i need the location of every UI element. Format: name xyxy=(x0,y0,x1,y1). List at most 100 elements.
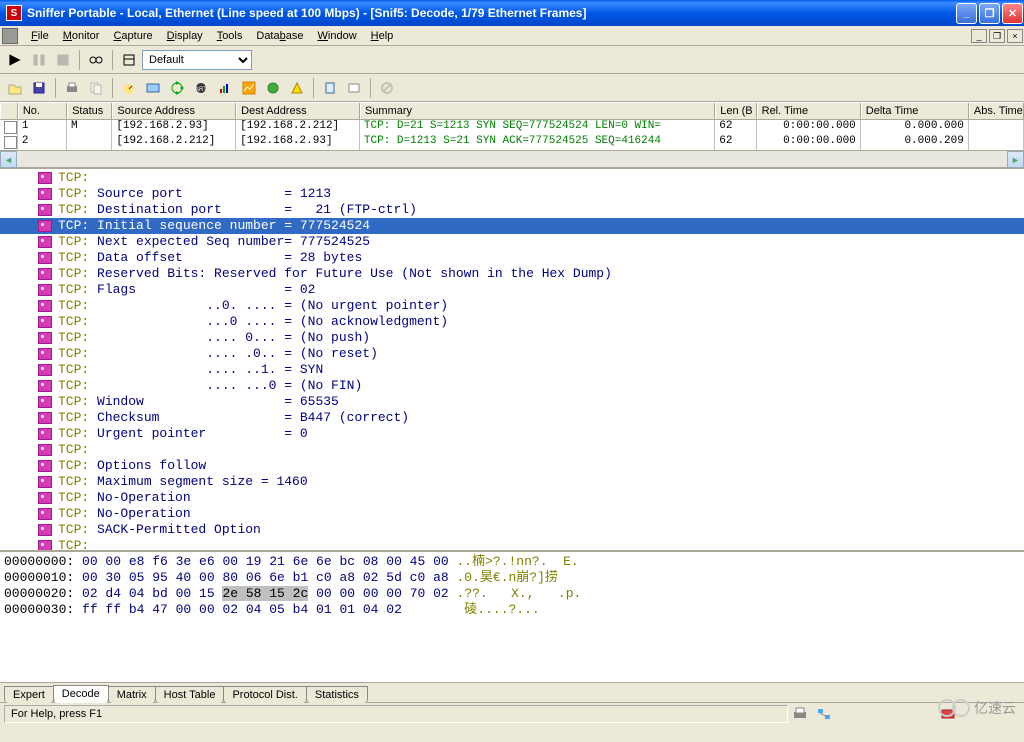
global-stats-icon[interactable] xyxy=(262,77,284,99)
menu-help[interactable]: Help xyxy=(364,28,401,44)
decode-line[interactable]: TCP: Maximum segment size = 1460 xyxy=(0,474,1024,490)
status-printer-icon xyxy=(792,706,808,722)
menu-display[interactable]: Display xyxy=(160,28,210,44)
column-header[interactable]: Source Address xyxy=(112,103,236,119)
decode-line[interactable]: TCP: No-Operation xyxy=(0,506,1024,522)
decode-line[interactable]: TCP: Next expected Seq number= 777524525 xyxy=(0,234,1024,250)
decode-line[interactable]: TCP: Options follow xyxy=(0,458,1024,474)
hex-line[interactable]: 00000010: 00 30 05 95 40 00 80 06 6e b1 … xyxy=(4,570,1020,586)
host-table-icon[interactable] xyxy=(142,77,164,99)
decode-item-icon xyxy=(38,332,52,344)
app-icon: S xyxy=(6,5,22,21)
packet-row[interactable]: 2 [192.168.2.212] [192.168.2.93] TCP: D=… xyxy=(0,135,1024,150)
column-header[interactable]: Status xyxy=(67,103,112,119)
grid-hscroll[interactable]: ◄ ► xyxy=(0,150,1024,167)
open-icon[interactable] xyxy=(4,77,26,99)
decode-item-icon xyxy=(38,364,52,376)
column-header[interactable]: Summary xyxy=(360,103,715,119)
svg-text:ART: ART xyxy=(195,87,207,93)
tab-hosttable[interactable]: Host Table xyxy=(155,686,225,703)
binoculars-icon[interactable] xyxy=(85,49,107,71)
tab-matrix[interactable]: Matrix xyxy=(108,686,156,703)
column-header[interactable]: No. xyxy=(18,103,67,119)
decode-line[interactable]: TCP: Destination port = 21 (FTP-ctrl) xyxy=(0,202,1024,218)
decode-item-icon xyxy=(38,236,52,248)
menu-monitor[interactable]: Monitor xyxy=(56,28,107,44)
tab-decode[interactable]: Decode xyxy=(53,685,109,703)
stop-button[interactable] xyxy=(52,49,74,71)
decode-line[interactable]: TCP: ..0. .... = (No urgent pointer) xyxy=(0,298,1024,314)
print-icon[interactable] xyxy=(61,77,83,99)
close-button[interactable]: ✕ xyxy=(1002,3,1023,24)
decode-line[interactable]: TCP: xyxy=(0,170,1024,186)
decode-item-icon xyxy=(38,316,52,328)
decode-line[interactable]: TCP: Flags = 02 xyxy=(0,282,1024,298)
menu-tools[interactable]: Tools xyxy=(210,28,250,44)
title-bar: S Sniffer Portable - Local, Ethernet (Li… xyxy=(0,0,1024,26)
decode-line[interactable]: TCP: .... ...0 = (No FIN) xyxy=(0,378,1024,394)
window-title: Sniffer Portable - Local, Ethernet (Line… xyxy=(27,6,955,20)
decode-line[interactable]: TCP: Initial sequence number = 777524524 xyxy=(0,218,1024,234)
decode-line[interactable]: TCP: Data offset = 28 bytes xyxy=(0,250,1024,266)
row-checkbox[interactable] xyxy=(4,136,17,149)
hex-line[interactable]: 00000020: 02 d4 04 bd 00 15 2e 58 15 2c … xyxy=(4,586,1020,602)
column-header[interactable]: Rel. Time xyxy=(757,103,861,119)
hex-line[interactable]: 00000000: 00 00 e8 f6 3e e6 00 19 21 6e … xyxy=(4,554,1020,570)
minimize-button[interactable]: _ xyxy=(956,3,977,24)
history-icon[interactable] xyxy=(238,77,260,99)
decode-line[interactable]: TCP: xyxy=(0,442,1024,458)
decode-line[interactable]: TCP: .... .0.. = (No reset) xyxy=(0,346,1024,362)
decode-line[interactable]: TCP: Source port = 1213 xyxy=(0,186,1024,202)
menu-window[interactable]: Window xyxy=(311,28,364,44)
decode-item-icon xyxy=(38,412,52,424)
mdi-close[interactable]: × xyxy=(1007,29,1023,43)
dashboard-icon[interactable] xyxy=(118,77,140,99)
art-icon[interactable]: ART xyxy=(190,77,212,99)
decode-item-icon xyxy=(38,188,52,200)
settings-icon[interactable] xyxy=(118,49,140,71)
decode-line[interactable]: TCP: xyxy=(0,538,1024,552)
copy-icon[interactable] xyxy=(85,77,107,99)
tab-expert[interactable]: Expert xyxy=(4,686,54,703)
decode-line[interactable]: TCP: No-Operation xyxy=(0,490,1024,506)
pause-button[interactable] xyxy=(28,49,50,71)
decode-line[interactable]: TCP: .... ..1. = SYN xyxy=(0,362,1024,378)
tab-protocoldist[interactable]: Protocol Dist. xyxy=(223,686,306,703)
alarm-icon[interactable] xyxy=(286,77,308,99)
address-book-icon[interactable] xyxy=(319,77,341,99)
decode-line[interactable]: TCP: SACK-Permitted Option xyxy=(0,522,1024,538)
matrix-icon[interactable] xyxy=(166,77,188,99)
decode-line[interactable]: TCP: .... 0... = (No push) xyxy=(0,330,1024,346)
menu-database[interactable]: Database xyxy=(249,28,310,44)
mdi-restore[interactable]: ❐ xyxy=(989,29,1005,43)
decode-line[interactable]: TCP: Checksum = B447 (correct) xyxy=(0,410,1024,426)
scroll-right-icon[interactable]: ► xyxy=(1007,151,1024,168)
decode-item-icon xyxy=(38,444,52,456)
hex-pane[interactable]: 00000000: 00 00 e8 f6 3e e6 00 19 21 6e … xyxy=(0,552,1024,682)
decode-pane[interactable]: TCP: TCP: Source port = 1213 TCP: Destin… xyxy=(0,167,1024,552)
disabled-icon[interactable] xyxy=(376,77,398,99)
decode-line[interactable]: TCP: ...0 .... = (No acknowledgment) xyxy=(0,314,1024,330)
decode-line[interactable]: TCP: Window = 65535 xyxy=(0,394,1024,410)
decode-line[interactable]: TCP: Reserved Bits: Reserved for Future … xyxy=(0,266,1024,282)
mdi-minimize[interactable]: _ xyxy=(971,29,987,43)
hex-line[interactable]: 00000030: ff ff b4 47 00 00 02 04 05 b4 … xyxy=(4,602,1020,618)
column-header[interactable]: Len (B xyxy=(715,103,756,119)
status-help: For Help, press F1 xyxy=(4,705,788,723)
maximize-button[interactable]: ❐ xyxy=(979,3,1000,24)
column-header[interactable]: Abs. Time xyxy=(969,103,1024,119)
packet-row[interactable]: 1 M [192.168.2.93] [192.168.2.212] TCP: … xyxy=(0,120,1024,135)
tab-statistics[interactable]: Statistics xyxy=(306,686,368,703)
decode-line[interactable]: TCP: Urgent pointer = 0 xyxy=(0,426,1024,442)
column-header[interactable]: Delta Time xyxy=(861,103,969,119)
column-header[interactable]: Dest Address xyxy=(236,103,360,119)
row-checkbox[interactable] xyxy=(4,121,17,134)
scroll-left-icon[interactable]: ◄ xyxy=(0,151,17,168)
protocol-dist-icon[interactable] xyxy=(214,77,236,99)
smartscreen-icon[interactable] xyxy=(343,77,365,99)
save-icon[interactable] xyxy=(28,77,50,99)
play-button[interactable] xyxy=(4,49,26,71)
menu-capture[interactable]: Capture xyxy=(106,28,159,44)
filter-select[interactable]: Default xyxy=(142,50,252,70)
menu-file[interactable]: File xyxy=(24,28,56,44)
